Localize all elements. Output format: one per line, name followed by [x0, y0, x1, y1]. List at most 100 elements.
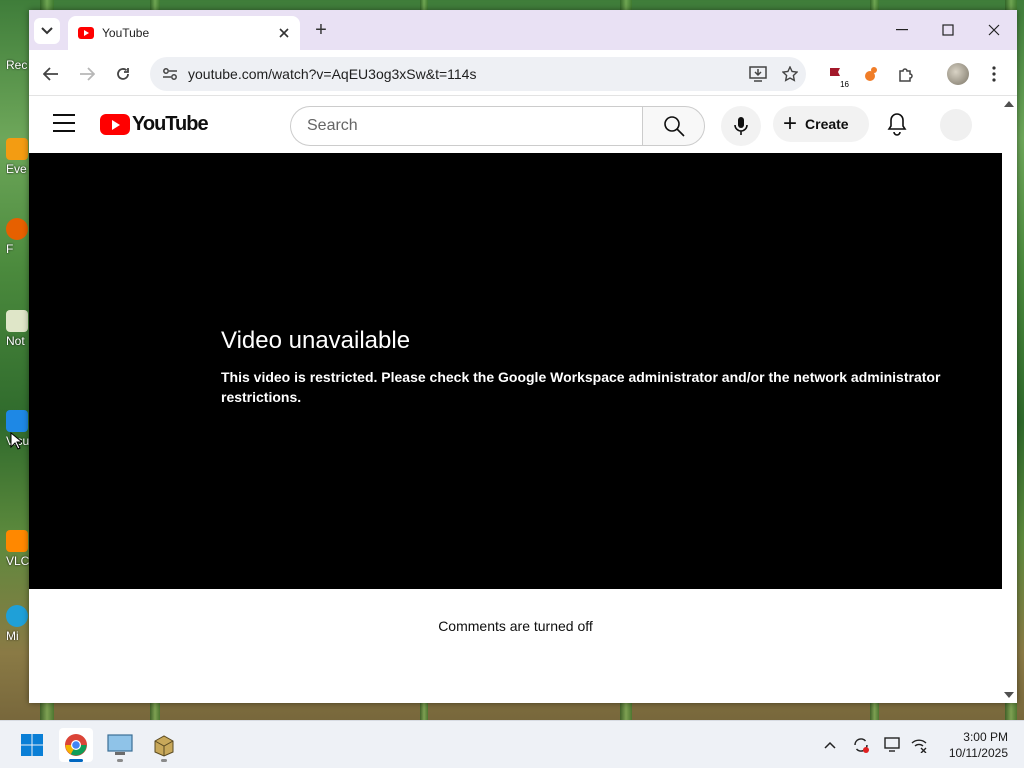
firefox-icon: [6, 218, 28, 240]
title-bar: YouTube +: [29, 10, 1017, 50]
youtube-logo-text: YouTube: [132, 113, 209, 135]
archive-box-icon: [154, 735, 174, 757]
desktop-icon-firefox[interactable]: F: [6, 218, 30, 256]
create-button[interactable]: + Create: [773, 106, 869, 142]
vlc-icon: [6, 530, 28, 552]
taskbar-chrome[interactable]: [59, 728, 93, 762]
puzzle-icon: [899, 68, 913, 82]
system-clock[interactable]: 3:00 PM 10/11/2025: [949, 729, 1008, 761]
site-info-icon[interactable]: [154, 67, 186, 81]
search-box: [290, 106, 705, 146]
search-button[interactable]: [642, 106, 705, 146]
youtube-page: YouTube + Create Video unavailable: [29, 96, 1017, 703]
extension-badge: 16: [839, 80, 850, 89]
tray-sync-button[interactable]: [851, 735, 871, 755]
video-player[interactable]: Video unavailable This video is restrict…: [29, 153, 1002, 589]
extension-flag-button[interactable]: 16: [823, 62, 850, 89]
desktop-icon-everything[interactable]: Eve: [6, 138, 30, 176]
clock-date: 10/11/2025: [948, 746, 1008, 760]
youtube-logo[interactable]: YouTube: [100, 113, 209, 136]
chrome-icon: [65, 734, 87, 756]
page-scrollbar[interactable]: [1002, 96, 1017, 703]
search-input[interactable]: [290, 106, 642, 146]
desktop-icon-recycle[interactable]: Rec: [6, 58, 30, 72]
clock-time: 3:00 PM: [963, 730, 1008, 744]
browser-menu-button[interactable]: [982, 62, 1006, 86]
reload-icon: [117, 68, 129, 80]
shortcut-icon: [6, 138, 28, 160]
windows-logo-icon: [21, 734, 43, 756]
tab-close-button[interactable]: [274, 23, 294, 43]
notepad-icon: [6, 310, 28, 332]
install-app-icon[interactable]: [742, 66, 774, 82]
search-icon: [663, 116, 685, 137]
back-button[interactable]: [37, 60, 65, 88]
browser-toolbar: youtube.com/watch?v=AqEU3og3xSw&t=114s 1…: [29, 50, 1017, 96]
maximize-button[interactable]: [925, 10, 971, 50]
voice-search-button[interactable]: [721, 106, 761, 146]
desktop-icon-notepad[interactable]: Not: [6, 310, 30, 348]
new-tab-button[interactable]: +: [310, 19, 332, 41]
youtube-header: YouTube + Create: [29, 96, 1017, 153]
notifications-button[interactable]: [886, 112, 910, 136]
start-button[interactable]: [15, 728, 49, 762]
tab-search-button[interactable]: [34, 18, 60, 44]
create-label: Create: [805, 116, 849, 132]
bookmark-star-icon[interactable]: [774, 66, 806, 82]
desktop-icon-vlc[interactable]: VLC: [6, 530, 30, 568]
desktop-icons: Rec Eve F Not Visu VLC Mi: [0, 0, 30, 720]
minimize-icon: [896, 29, 908, 31]
tab-title: YouTube: [102, 26, 150, 40]
mouse-cursor-icon: [10, 432, 22, 450]
network-disconnected-icon: [911, 739, 927, 753]
close-window-button[interactable]: [971, 10, 1017, 50]
taskbar-remote-desktop[interactable]: [103, 728, 137, 762]
comments-status: Comments are turned off: [438, 618, 593, 634]
more-vertical-icon: [992, 66, 996, 82]
taskbar-archive-app[interactable]: [147, 728, 181, 762]
reload-button[interactable]: [109, 60, 137, 88]
forward-button[interactable]: [73, 60, 101, 88]
close-icon: [279, 28, 289, 38]
vscode-icon: [6, 410, 28, 432]
extension-paw-icon: [865, 67, 877, 81]
arrow-left-icon: [43, 67, 58, 81]
maximize-icon: [942, 24, 954, 36]
extension-orange-button[interactable]: [858, 62, 882, 86]
browser-window: YouTube + youtube.com/watch?v=AqEU3og3xS…: [29, 10, 1017, 703]
monitor-icon: [107, 734, 133, 755]
minimize-button[interactable]: [879, 10, 925, 50]
chevron-up-icon: [824, 741, 836, 749]
guide-menu-button[interactable]: [53, 114, 75, 132]
display-icon: [884, 737, 900, 752]
account-avatar[interactable]: [940, 109, 972, 141]
plus-icon: +: [783, 110, 798, 137]
error-title: Video unavailable: [221, 327, 411, 354]
taskbar: 3:00 PM 10/11/2025: [0, 720, 1024, 768]
active-indicator: [69, 759, 83, 762]
profile-avatar-icon: [947, 63, 969, 85]
profile-button[interactable]: [946, 62, 970, 86]
running-indicator: [117, 759, 123, 762]
close-icon: [988, 24, 1000, 36]
tray-display-button[interactable]: [883, 735, 903, 755]
address-bar[interactable]: youtube.com/watch?v=AqEU3og3xSw&t=114s: [150, 57, 806, 91]
error-message: This video is restricted. Please check t…: [221, 369, 941, 405]
scroll-down-arrow-icon[interactable]: [1004, 692, 1014, 698]
extensions-button[interactable]: [894, 62, 918, 86]
sync-icon: [854, 738, 869, 753]
running-indicator: [161, 759, 167, 762]
arrow-right-icon: [80, 67, 95, 81]
url-text: youtube.com/watch?v=AqEU3og3xSw&t=114s: [188, 66, 477, 82]
youtube-favicon-icon: [78, 27, 94, 39]
edge-icon: [6, 605, 28, 627]
show-hidden-icons-button[interactable]: [820, 735, 840, 755]
chevron-down-icon: [41, 27, 53, 35]
bell-icon: [887, 113, 907, 136]
tab-youtube[interactable]: YouTube: [68, 16, 300, 50]
microphone-icon: [734, 117, 748, 135]
desktop-icon-edge[interactable]: Mi: [6, 605, 30, 643]
youtube-play-icon: [100, 114, 130, 135]
scroll-up-arrow-icon[interactable]: [1004, 101, 1014, 107]
tray-network-button[interactable]: [909, 735, 929, 755]
